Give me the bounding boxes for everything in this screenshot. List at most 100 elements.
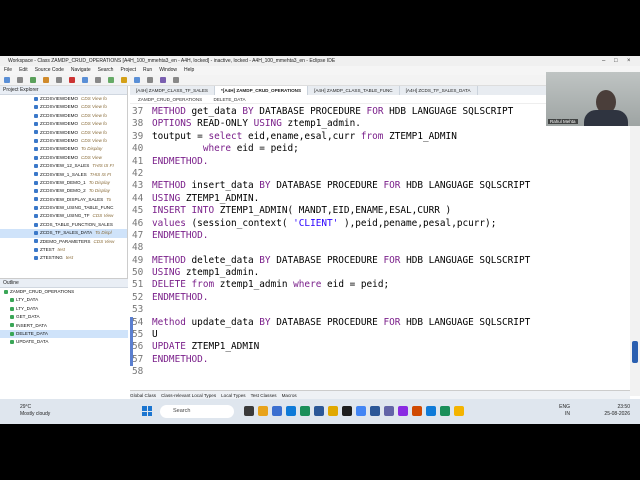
code-line[interactable]: 51 DELETE from ztemp1_admin where eid = p…	[130, 279, 630, 291]
project-tree-item[interactable]: ZTEST test	[0, 246, 127, 254]
menu-item-window[interactable]: Window	[159, 67, 177, 73]
code-line[interactable]: 50 USING ztemp1_admin.	[130, 267, 630, 279]
menu-item-edit[interactable]: Edit	[19, 67, 28, 73]
toolbar-icon[interactable]	[134, 77, 140, 83]
outline-item[interactable]: DELETE_DATA	[0, 329, 128, 339]
outline-item[interactable]: UPDATE_DATA	[0, 338, 128, 346]
project-tree-item[interactable]: ZTESTING test	[0, 254, 127, 262]
code-line[interactable]: 49 METHOD delete_data BY DATABASE PROCEDU…	[130, 255, 630, 267]
toolbar-icon[interactable]	[30, 77, 36, 83]
menu-item-search[interactable]: Search	[98, 67, 114, 73]
toolbar-icon[interactable]	[56, 77, 62, 83]
code-line[interactable]: 45 INSERT INTO ZTEMP1_ADMIN( MANDT,EID,EN…	[130, 205, 630, 217]
project-tree-item[interactable]: ZCDSVIEWDEMO CDS View fo	[0, 112, 127, 120]
editor-tab[interactable]: [A4H] ZCDS_TF_SALES_DATA	[400, 86, 478, 95]
code-line[interactable]: 48	[130, 242, 630, 254]
code-line[interactable]: 58	[130, 366, 630, 378]
toolbar-icon[interactable]	[17, 77, 23, 83]
editor-tab[interactable]: [A4H] ZAMDP_CLASS_TABLE_FUNC	[308, 86, 400, 95]
project-tree-item[interactable]: ZCDS_TF_SALES_DATA To Displ	[0, 229, 127, 238]
minimize-icon[interactable]: –	[602, 56, 605, 66]
toolbar-icon[interactable]	[69, 77, 75, 83]
outline-item[interactable]: ZAMDP_CRUD_OPERATIONS	[0, 288, 128, 296]
project-tree-item[interactable]: ZDEMO_PARAMETERS CDS View	[0, 238, 127, 246]
project-tree-item[interactable]: ZCDSVIEWDEMO To Display	[0, 145, 127, 153]
toolbar-icon[interactable]	[4, 77, 10, 83]
code-line[interactable]: 41 ENDMETHOD.	[130, 156, 630, 168]
taskbar-app-icon[interactable]	[398, 406, 408, 416]
code-line[interactable]: 56 UPDATE ZTEMP1_ADMIN	[130, 341, 630, 354]
code-line[interactable]: 55 U	[130, 329, 630, 342]
outline-header[interactable]: Outline	[0, 279, 128, 288]
editor-tab[interactable]: [A4H] ZAMDP_CLASS_TF_SALES	[130, 86, 215, 95]
project-tree-item[interactable]: ZCDSVIEWDEMO CDS View fo	[0, 137, 127, 145]
toolbar-icon[interactable]	[82, 77, 88, 83]
taskbar-app-icon[interactable]	[370, 406, 380, 416]
code-line[interactable]: 53	[130, 304, 630, 316]
code-line[interactable]: 57 ENDMETHOD.	[130, 353, 630, 367]
project-tree-item[interactable]: ZCDSVIEW_DISPLAY_SALES To	[0, 196, 127, 204]
menu-item-file[interactable]: File	[4, 67, 12, 73]
code-area[interactable]: 37 METHOD get_data BY DATABASE PROCEDURE …	[130, 106, 630, 379]
project-tree-item[interactable]: ZCDSVIEW_DEMO_1 To Display	[0, 179, 127, 187]
taskbar-app-icon[interactable]	[272, 406, 282, 416]
project-tree-item[interactable]: ZCDS_TABLE_FUNCTION_SALES	[0, 221, 127, 229]
taskbar-app-icon[interactable]	[258, 406, 268, 416]
language-indicator[interactable]: ENG IN	[559, 404, 570, 418]
code-line[interactable]: 39 toutput = select eid,ename,esal,curr f…	[130, 131, 630, 143]
source-tab[interactable]: Local Types	[221, 393, 245, 398]
project-tree-item[interactable]: ZCDSVIEW_USING_TF CDS View	[0, 212, 127, 220]
editor-scrollbar[interactable]	[630, 86, 640, 396]
source-tab[interactable]: Macros	[282, 393, 297, 398]
project-tree-item[interactable]: ZCDSVIEWDEMO CDS View fo	[0, 129, 127, 137]
code-line[interactable]: 40 where eid = peid;	[130, 143, 630, 155]
project-explorer-header[interactable]: Project Explorer	[0, 86, 127, 95]
windows-start-icon[interactable]	[142, 406, 152, 416]
taskbar-app-icon[interactable]	[300, 406, 310, 416]
toolbar-icon[interactable]	[108, 77, 114, 83]
code-line[interactable]: 52 ENDMETHOD.	[130, 292, 630, 304]
menu-item-project[interactable]: Project	[120, 67, 136, 73]
weather-widget[interactable]: 29°C Mostly cloudy	[20, 404, 50, 418]
taskbar-app-icon[interactable]	[314, 406, 324, 416]
close-icon[interactable]: ×	[627, 56, 631, 66]
outline-item[interactable]: INSERT_DATA	[0, 322, 128, 330]
menu-item-navigate[interactable]: Navigate	[71, 67, 91, 73]
menu-item-help[interactable]: Help	[184, 67, 194, 73]
project-tree-item[interactable]: ZCDSVIEW_DEMO_2 To Display	[0, 187, 127, 195]
taskbar-app-icon[interactable]	[356, 406, 366, 416]
code-line[interactable]: 46 values (session_context( 'CLIENT' ),pe…	[130, 218, 630, 230]
toolbar-icon[interactable]	[173, 77, 179, 83]
outline-item[interactable]: GET_DATA	[0, 313, 128, 321]
code-line[interactable]: 43 METHOD insert_data BY DATABASE PROCEDU…	[130, 180, 630, 192]
toolbar-icon[interactable]	[147, 77, 153, 83]
project-tree-item[interactable]: ZCDSVIEW_USING_TABLE_FUNC	[0, 204, 127, 212]
taskbar-app-icon[interactable]	[384, 406, 394, 416]
editor-tab[interactable]: *[A4H] ZAMDP_CRUD_OPERATIONS	[215, 86, 309, 95]
menu-item-run[interactable]: Run	[143, 67, 152, 73]
project-tree-item[interactable]: ZCDSVIEWDEMO CDS View fo	[0, 103, 127, 111]
taskbar-app-icon[interactable]	[440, 406, 450, 416]
taskbar-app-icon[interactable]	[328, 406, 338, 416]
source-tab[interactable]: Global Class	[130, 393, 156, 398]
taskbar-app-icon[interactable]	[426, 406, 436, 416]
project-tree-item[interactable]: ZCDSVIEW_12_SALES THIS IS FI	[0, 162, 127, 170]
taskbar-app-icon[interactable]	[454, 406, 464, 416]
code-editor[interactable]: [A4H] ZAMDP_CLASS_TF_SALES *[A4H] ZAMDP_C…	[130, 86, 630, 396]
clock[interactable]: 23:50 25-08-2026	[604, 404, 630, 418]
outline-item[interactable]: LTY_DATA	[0, 305, 128, 313]
code-line[interactable]: 47 ENDMETHOD.	[130, 230, 630, 242]
toolbar-icon[interactable]	[43, 77, 49, 83]
toolbar-icon[interactable]	[160, 77, 166, 83]
maximize-icon[interactable]: □	[614, 56, 618, 66]
menu-item-source-code[interactable]: Source Code	[35, 67, 64, 73]
source-tab[interactable]: Test Classes	[251, 393, 277, 398]
taskbar-app-icon[interactable]	[286, 406, 296, 416]
outline-item[interactable]: LTY_DATA	[0, 296, 128, 304]
source-tab[interactable]: Class-relevant Local Types	[161, 393, 216, 398]
project-tree-item[interactable]: ZCDSVIEWDEMO CDS View	[0, 154, 127, 162]
taskbar-app-icon[interactable]	[342, 406, 352, 416]
taskbar-app-icon[interactable]	[244, 406, 254, 416]
taskbar-app-icon[interactable]	[412, 406, 422, 416]
project-tree-item[interactable]: ZCDSVIEWDEMO CDS View fo	[0, 120, 127, 128]
